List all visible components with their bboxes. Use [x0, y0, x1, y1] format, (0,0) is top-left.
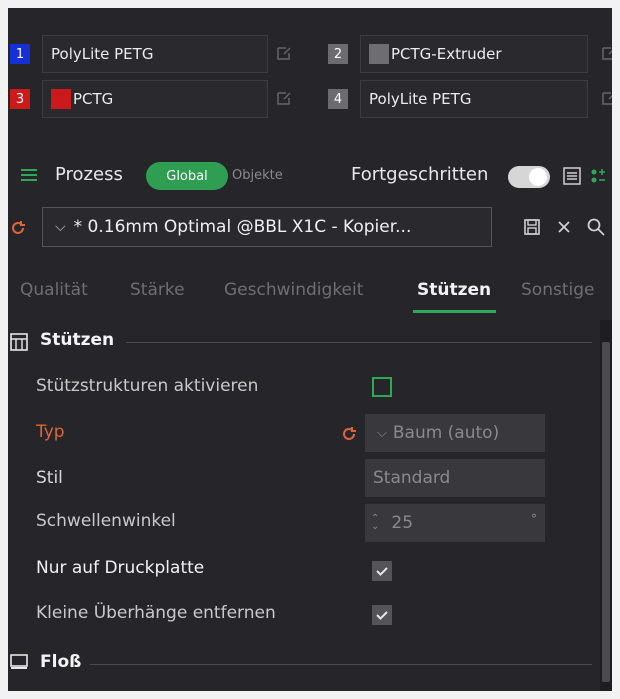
support-icon	[10, 333, 28, 351]
enable-support-checkbox[interactable]	[372, 377, 392, 397]
support-style-value: Standard	[373, 468, 451, 488]
style-label: Stil	[36, 468, 63, 488]
save-icon[interactable]	[523, 218, 541, 236]
global-toggle[interactable]: Global	[146, 162, 228, 190]
layers-icon	[21, 169, 37, 181]
threshold-angle-value: 25	[391, 513, 414, 533]
section-title-support: Stützen	[40, 330, 115, 350]
filament-slot-2[interactable]: 2 PCTG-Extruder	[326, 35, 612, 73]
tab-speed[interactable]: Geschwindigkeit	[224, 280, 363, 300]
threshold-angle-unit: °	[531, 512, 537, 526]
stepper-arrows-icon[interactable]: ⌃ ⌄	[371, 514, 379, 532]
edit-icon[interactable]	[601, 90, 612, 106]
compare-icon[interactable]	[588, 166, 608, 186]
checkmark-icon	[376, 567, 388, 576]
filament-slot-3[interactable]: 3 PCTG	[8, 80, 308, 118]
raft-icon	[10, 654, 28, 669]
support-type-select[interactable]: ⌵ Baum (auto)	[365, 414, 545, 452]
reset-icon[interactable]	[10, 220, 26, 236]
preset-row: ⌵ * 0.16mm Optimal @BBL X1C - Kopier...	[8, 204, 612, 254]
active-tab-indicator	[413, 310, 496, 313]
type-label: Typ	[36, 422, 65, 442]
reset-icon[interactable]	[341, 426, 357, 442]
edit-icon[interactable]	[276, 90, 292, 106]
settings-tabs: Qualität Stärke Geschwindigkeit Stützen …	[8, 270, 612, 314]
remove-small-overhangs-checkbox[interactable]	[372, 605, 392, 625]
tab-quality[interactable]: Qualität	[20, 280, 88, 300]
checkmark-icon	[376, 611, 388, 620]
filament-number-badge: 3	[10, 89, 30, 109]
remove-small-overhangs-label: Kleine Überhänge entfernen	[36, 603, 276, 623]
tab-strength[interactable]: Stärke	[130, 280, 185, 300]
threshold-angle-stepper[interactable]: ⌃ ⌄ 25 °	[365, 504, 545, 542]
filament-color-swatch	[369, 44, 389, 64]
filament-selector[interactable]: PolyLite PETG	[360, 80, 588, 118]
edit-icon[interactable]	[276, 45, 292, 61]
filament-selector[interactable]: PCTG-Extruder	[360, 35, 588, 73]
advanced-switch[interactable]	[508, 166, 550, 188]
tab-others[interactable]: Sonstige	[521, 280, 594, 300]
scrollbar-thumb[interactable]	[602, 342, 610, 682]
support-style-select[interactable]: Standard	[365, 459, 545, 497]
enable-support-label: Stützstrukturen aktivieren	[36, 376, 259, 396]
section-title-raft: Floß	[40, 652, 82, 672]
filament-selector[interactable]: PolyLite PETG	[42, 35, 268, 73]
filament-name: PolyLite PETG	[51, 45, 154, 63]
filament-slot-4[interactable]: 4 PolyLite PETG	[326, 80, 612, 118]
chevron-down-icon: ⌵	[55, 219, 66, 235]
build-plate-only-label: Nur auf Druckplatte	[36, 558, 205, 578]
threshold-angle-label: Schwellenwinkel	[36, 511, 176, 531]
process-header: Prozess Global Objekte Fortgeschritten	[8, 154, 612, 198]
support-type-value: Baum (auto)	[392, 423, 500, 443]
process-settings-panel: 1 PolyLite PETG 2 PCTG-Extruder 3 PCTG 4…	[8, 8, 612, 691]
list-view-icon[interactable]	[562, 166, 582, 186]
filament-number-badge: 1	[10, 44, 30, 64]
switch-knob	[529, 168, 547, 186]
chevron-down-icon: ⌵	[377, 425, 387, 441]
edit-icon[interactable]	[601, 45, 612, 61]
build-plate-only-checkbox[interactable]	[372, 561, 392, 581]
filament-color-swatch	[51, 89, 71, 109]
tab-support[interactable]: Stützen	[417, 280, 491, 300]
advanced-label: Fortgeschritten	[351, 164, 489, 185]
search-icon[interactable]	[586, 217, 606, 237]
filament-name: PolyLite PETG	[369, 90, 472, 108]
preset-name: * 0.16mm Optimal @BBL X1C - Kopier...	[73, 217, 412, 237]
section-divider	[126, 342, 592, 343]
filament-number-badge: 4	[328, 89, 348, 109]
filament-name: PCTG-Extruder	[391, 45, 502, 63]
filament-slot-1[interactable]: 1 PolyLite PETG	[8, 35, 308, 73]
objects-toggle[interactable]: Objekte	[232, 168, 283, 183]
filament-selector[interactable]: PCTG	[42, 80, 268, 118]
close-icon[interactable]	[556, 219, 572, 235]
filament-number-badge: 2	[328, 44, 348, 64]
section-divider	[90, 664, 592, 665]
preset-selector[interactable]: ⌵ * 0.16mm Optimal @BBL X1C - Kopier...	[42, 207, 492, 247]
filament-name: PCTG	[73, 90, 114, 108]
process-label: Prozess	[55, 164, 123, 185]
